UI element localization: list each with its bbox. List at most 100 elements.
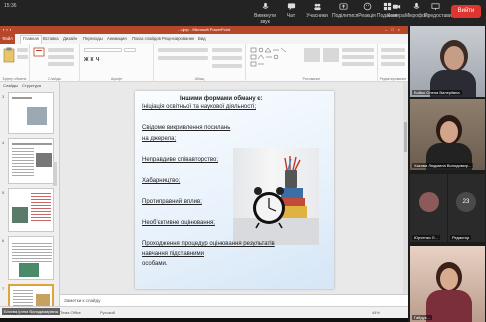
- participant-video[interactable]: Бойко Олена Валеріївна: [410, 26, 485, 97]
- current-slide[interactable]: Іншими формами обману є: Ініціація освіт…: [135, 91, 334, 289]
- participant-name: Юрченко Л...: [412, 235, 440, 240]
- participant-name: Редактор: [450, 235, 472, 240]
- group-drawing[interactable]: Рисование: [246, 44, 378, 82]
- tab-file[interactable]: Файл: [0, 34, 15, 44]
- font-family-select[interactable]: [84, 48, 122, 52]
- tab-design[interactable]: Дизайн: [63, 36, 77, 41]
- slide-line: особами.: [142, 261, 168, 267]
- slide-line: Ініціація освітньої та наукової діяльнос…: [142, 104, 257, 110]
- slide-editor: Іншими формами обману є: Ініціація освіт…: [60, 82, 408, 318]
- microphone-icon: [413, 2, 419, 9]
- chat-icon: [287, 3, 295, 11]
- tab-transitions[interactable]: Переходы: [83, 36, 103, 41]
- slide-thumbnails-pane: Слайды Структура 3 4 5 6 7: [0, 82, 60, 318]
- copy-button[interactable]: [17, 55, 28, 59]
- participants-button[interactable]: Учасники: [306, 2, 328, 19]
- window-title: ...ujep - Microsoft PowerPoint: [177, 27, 231, 32]
- participant-name: Гайдук...: [412, 315, 432, 320]
- shape-outline-button[interactable]: [342, 55, 374, 59]
- tab-review[interactable]: Рецензирование: [162, 36, 194, 41]
- tab-view[interactable]: Вид: [198, 36, 206, 41]
- text-direction-button[interactable]: [212, 48, 242, 52]
- notes-pane[interactable]: Заметки к слайду: [60, 294, 408, 306]
- group-paragraph[interactable]: Абзац: [154, 44, 246, 82]
- participant-tile[interactable]: Юрченко Л...: [410, 174, 447, 242]
- camera-button[interactable]: Камера: [385, 2, 407, 19]
- tab-slideshow[interactable]: Показ слайдов: [132, 36, 161, 41]
- language: Русский: [100, 310, 115, 315]
- font-size-select[interactable]: [124, 48, 136, 52]
- paste-icon: [3, 47, 15, 63]
- arrange-button[interactable]: [304, 48, 320, 62]
- exit-button[interactable]: Вийти: [451, 5, 481, 18]
- slide-line: Свідоме викривлення посилань: [142, 125, 231, 131]
- slide-line: навчання підставними: [142, 251, 205, 257]
- thumb-scrollbar[interactable]: [53, 162, 57, 186]
- slide-thumbnail[interactable]: [8, 236, 54, 280]
- slide-thumbnail[interactable]: [8, 188, 54, 232]
- notes-placeholder: Заметки к слайду: [64, 298, 101, 303]
- people-icon: [313, 3, 321, 11]
- slide-line: на джерела;: [142, 136, 177, 142]
- section-button[interactable]: [48, 62, 74, 66]
- slide-line: Хабарництво;: [142, 178, 181, 184]
- reaction-button[interactable]: Реакція: [356, 2, 378, 19]
- tab-outline[interactable]: Структура: [22, 83, 41, 88]
- participant-video[interactable]: Гайдук...: [410, 246, 485, 322]
- share-icon: [339, 3, 347, 10]
- bottom-strip: [0, 318, 408, 322]
- cut-button[interactable]: [17, 48, 28, 52]
- smartart-button[interactable]: [212, 64, 242, 68]
- quick-access-toolbar[interactable]: ▪▪▪: [3, 26, 13, 34]
- align-text-button[interactable]: [212, 56, 242, 60]
- participant-tile[interactable]: 23 Редактор: [448, 174, 485, 242]
- layout-button[interactable]: [48, 48, 74, 52]
- tab-home[interactable]: Главная: [20, 35, 42, 44]
- group-font[interactable]: ЖКЧ Шрифт: [80, 44, 154, 82]
- chat-button[interactable]: Чат: [280, 2, 302, 19]
- clock-books-image: [233, 148, 319, 245]
- thumb-tabs: Слайды Структура: [0, 82, 60, 90]
- mute-button[interactable]: Вимкнути звук: [254, 2, 276, 25]
- slide-line: Проходження процедур оцінювання результа…: [142, 241, 275, 247]
- group-clipboard[interactable]: Буфер обмена: [0, 44, 30, 82]
- status-bar: Слайд 7 из 14 Тема Office Русский 44%: [0, 306, 408, 318]
- list-buttons[interactable]: [158, 48, 208, 52]
- ribbon-tabs: Файл Главная Вставка Дизайн Переходы Ани…: [0, 34, 408, 44]
- clock-time: 15:36: [4, 3, 17, 9]
- group-editing[interactable]: Редактирование: [378, 44, 408, 82]
- participant-video[interactable]: Хакова Людмила Володимир...: [410, 99, 485, 170]
- window-controls[interactable]: –□×: [385, 26, 404, 34]
- tab-slides[interactable]: Слайды: [3, 83, 18, 88]
- ppt-titlebar: ▪▪▪ ...ujep - Microsoft PowerPoint –□×: [0, 26, 408, 34]
- share-button[interactable]: Поділитися: [332, 2, 358, 19]
- tab-animations[interactable]: Анимация: [107, 36, 127, 41]
- group-slides[interactable]: Слайды: [30, 44, 80, 82]
- replace-button[interactable]: [381, 55, 405, 59]
- camera-icon: [392, 4, 400, 9]
- select-button[interactable]: [381, 62, 405, 66]
- participant-name: Хакова Людмила Володимир...: [412, 163, 474, 168]
- slide-heading: Іншими формами обману є:: [180, 96, 263, 102]
- reaction-icon: [363, 2, 371, 11]
- present-button[interactable]: Предоставить: [424, 2, 457, 19]
- alarm-clock-icon: [233, 156, 319, 245]
- reset-button[interactable]: [48, 55, 74, 59]
- slide-thumbnail[interactable]: [8, 138, 54, 184]
- slide-line: Необ'єктивне оцінювання;: [142, 220, 215, 226]
- zoom-level[interactable]: 44%: [372, 310, 380, 315]
- participant-name: Бойко Олена Валеріївна: [412, 90, 462, 95]
- font-style-buttons[interactable]: ЖКЧ: [84, 57, 101, 63]
- tab-insert[interactable]: Вставка: [43, 36, 59, 41]
- shape-effects-button[interactable]: [342, 62, 374, 66]
- slide-line: Протиправний вплив;: [142, 199, 202, 205]
- shared-screen: ▪▪▪ ...ujep - Microsoft PowerPoint –□× Ф…: [0, 26, 408, 318]
- ribbon: Буфер обмена Слайды ЖКЧ Шрифт Абзац Рисо…: [0, 44, 408, 82]
- find-button[interactable]: [381, 48, 405, 52]
- align-buttons[interactable]: [158, 56, 208, 60]
- meeting-toolbar: 15:36 Вимкнути звук Чат Учасники Поділит…: [0, 0, 486, 26]
- shape-fill-button[interactable]: [342, 48, 374, 52]
- quick-styles-button[interactable]: [323, 48, 339, 62]
- present-icon: [431, 3, 439, 11]
- slide-thumbnail[interactable]: [8, 92, 54, 134]
